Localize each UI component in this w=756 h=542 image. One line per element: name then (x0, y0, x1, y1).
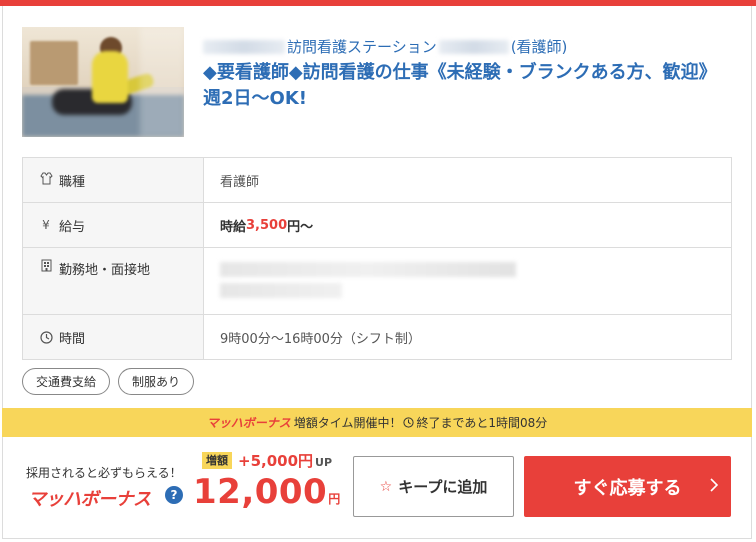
job-value: 看護師 (220, 174, 260, 190)
apply-button[interactable]: すぐ応募する (524, 456, 731, 517)
detail-row-job: 職種 看護師 (22, 157, 732, 203)
uniform-icon (37, 172, 55, 188)
detail-label-cell: ¥ 給与 (22, 202, 204, 248)
banner-text: 増額タイム開催中！ (293, 416, 402, 430)
blurred-branch-name (438, 39, 509, 54)
banner-bonus-logo: マッハボーナス (206, 416, 291, 430)
job-type-suffix: (看護師) (510, 38, 568, 56)
bonus-amount: 12,000円 (193, 472, 341, 512)
salary-prefix: 時給 (220, 219, 247, 235)
detail-row-hours: 時間 9時00分～16時00分（シフト制） (22, 314, 732, 360)
bonus-unit: 円 (328, 492, 341, 506)
banner-countdown: 終了まであと1時間08分 (416, 416, 548, 430)
clock-icon (37, 330, 55, 344)
detail-value-cell: 9時00分～16時00分（シフト制） (203, 314, 732, 360)
salary-suffix: 円～ (287, 219, 314, 235)
detail-row-salary: ¥ 給与 時給 3,500 円～ (22, 202, 732, 248)
detail-value-cell (203, 247, 732, 315)
job-photo[interactable] (22, 27, 184, 137)
location-label: 勤務地・面接地 (59, 263, 151, 278)
salary-amount: 3,500 (246, 217, 288, 233)
chevron-right-icon (709, 477, 719, 497)
photo-window-light (140, 27, 184, 137)
star-icon: ☆ (379, 478, 393, 495)
hours-label: 時間 (59, 331, 86, 347)
yen-icon: ¥ (42, 218, 50, 232)
bonus-banner: マッハボーナス 増額タイム開催中！ 終了まであと1時間08分 (2, 408, 752, 437)
detail-label-cell: 職種 (22, 157, 204, 203)
bonus-amount-value: 12,000 (193, 472, 328, 512)
salary-label: 給与 (59, 219, 86, 235)
hours-value: 9時00分～16時00分（シフト制） (220, 331, 421, 347)
keep-button[interactable]: ☆ キープに追加 (353, 456, 514, 517)
facility-subtitle[interactable]: 訪問看護ステーション (看護師) (203, 36, 567, 57)
job-details-table: 職種 看護師 ¥ 給与 時給 3,500 円～ 勤務地・面接地 時間 9時00分… (22, 157, 732, 360)
bonus-increase: +5,000円 UP (238, 450, 332, 471)
bonus-intro: 採用されると必ずもらえる！ (26, 466, 182, 480)
blurred-company-name (203, 39, 285, 54)
tag-uniform: 制服あり (118, 368, 195, 395)
detail-label-cell: 時間 (22, 314, 204, 360)
keep-button-label: キープに追加 (398, 478, 488, 496)
bonus-increase-amount: +5,000円 (238, 452, 314, 470)
job-title[interactable]: ◆要看護師◆訪問看護の仕事《未経験・ブランクある方、歓迎》週2日～OK! (203, 60, 733, 112)
banner-clock-icon (403, 417, 415, 428)
detail-label-cell: 勤務地・面接地 (22, 247, 204, 315)
blurred-address-line2 (220, 283, 342, 298)
feature-tags: 交通費支給 制服あり (22, 368, 195, 395)
bonus-up-label: UP (315, 456, 333, 469)
bonus-logo: マッハボーナス (28, 489, 151, 510)
increase-badge: 増額 (202, 452, 232, 469)
building-icon (37, 259, 55, 275)
blurred-address (220, 262, 516, 277)
detail-value-cell: 時給 3,500 円～ (203, 202, 732, 248)
photo-nurse (92, 51, 128, 103)
apply-button-label: すぐ応募する (573, 477, 682, 499)
detail-value-cell: 看護師 (203, 157, 732, 203)
facility-name: 訪問看護ステーション (287, 38, 437, 56)
help-icon[interactable]: ? (165, 486, 183, 504)
job-label: 職種 (59, 174, 86, 190)
photo-shelf (30, 41, 78, 85)
detail-row-location: 勤務地・面接地 (22, 247, 732, 315)
tag-transport: 交通費支給 (22, 368, 111, 395)
